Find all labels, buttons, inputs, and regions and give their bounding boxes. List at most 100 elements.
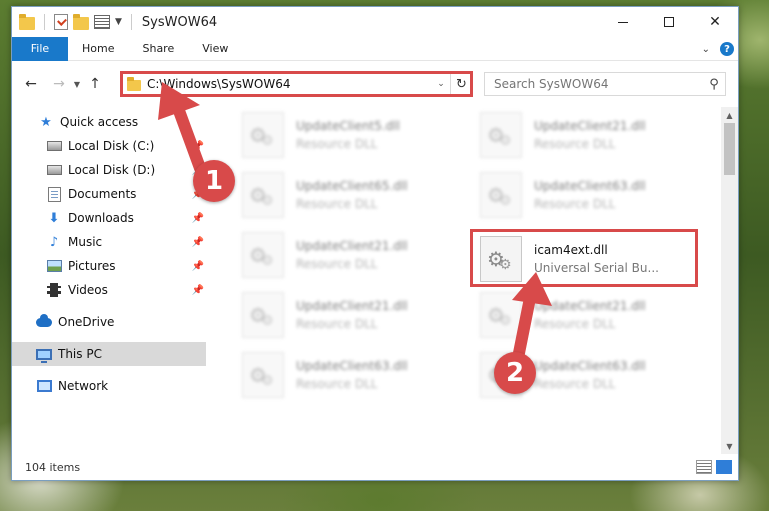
file-name: UpdateClient21.dll — [534, 119, 646, 133]
scroll-up-icon[interactable]: ▲ — [721, 107, 738, 123]
file-explorer-window: ▼ SysWOW64 ✕ File Home Share View ⌄ ? ← … — [11, 6, 739, 481]
status-bar: 104 items — [12, 454, 738, 480]
file-tile[interactable]: UpdateClient21.dll Resource DLL — [470, 107, 698, 163]
sidebar-item-label: Music — [68, 235, 103, 249]
sidebar-item-documents[interactable]: Documents 📌 — [12, 182, 206, 206]
pin-icon[interactable]: 📌 — [192, 285, 204, 296]
folder-icon[interactable] — [19, 13, 35, 30]
search-icon[interactable]: ⚲ — [703, 77, 725, 92]
file-name: UpdateClient63.dll — [296, 359, 408, 373]
dll-file-icon — [480, 112, 522, 158]
sidebar-item-local-disk-d[interactable]: Local Disk (D:) 📌 — [12, 158, 206, 182]
dll-file-icon — [242, 232, 284, 278]
pin-icon[interactable]: 📌 — [192, 237, 204, 248]
sidebar-item-label: Documents — [68, 187, 137, 201]
window-title: SysWOW64 — [141, 14, 218, 30]
pin-icon[interactable]: 📌 — [192, 213, 204, 224]
file-description: Resource DLL — [296, 317, 378, 331]
tab-file[interactable]: File — [12, 36, 68, 61]
disk-icon — [46, 139, 62, 153]
pictures-icon — [46, 259, 62, 273]
star-icon: ★ — [40, 114, 52, 130]
back-button[interactable]: ← — [20, 73, 42, 95]
sidebar-item-label: Network — [58, 379, 109, 393]
dll-file-icon — [242, 172, 284, 218]
address-bar[interactable]: C:\Windows\SysWOW64 ⌄ ↻ — [120, 72, 473, 96]
file-description: Resource DLL — [296, 137, 378, 151]
dll-file-icon — [480, 236, 522, 282]
file-name: UpdateClient21.dll — [296, 239, 408, 253]
sidebar-item-label: Quick access — [60, 115, 139, 129]
address-dropdown-icon[interactable]: ⌄ — [432, 79, 450, 89]
music-icon: ♪ — [49, 234, 59, 250]
maximize-button[interactable] — [646, 7, 692, 37]
file-description: Resource DLL — [534, 317, 616, 331]
sidebar-item-this-pc[interactable]: This PC — [12, 342, 206, 366]
sidebar-item-downloads[interactable]: ⬇ Downloads 📌 — [12, 206, 206, 230]
file-description: Resource DLL — [534, 137, 616, 151]
help-icon[interactable]: ? — [720, 42, 734, 56]
file-tile[interactable]: UpdateClient21.dll Resource DLL — [232, 227, 460, 283]
network-icon — [36, 379, 52, 393]
sidebar-item-videos[interactable]: Videos 📌 — [12, 278, 206, 302]
step-badge-1: 1 — [193, 160, 235, 202]
videos-icon — [46, 283, 62, 297]
sidebar-item-onedrive[interactable]: OneDrive — [12, 310, 206, 334]
search-box[interactable]: ⚲ — [484, 72, 726, 96]
navigation-bar: ← → ▼ ↑ C:\Windows\SysWOW64 ⌄ ↻ ⚲ — [12, 69, 738, 99]
file-description: Resource DLL — [534, 197, 616, 211]
search-input[interactable] — [485, 73, 703, 95]
file-name: UpdateClient63.dll — [534, 179, 646, 193]
dll-file-icon — [242, 112, 284, 158]
pin-icon[interactable]: 📌 — [192, 261, 204, 272]
chevron-down-icon[interactable]: ▼ — [115, 17, 122, 27]
file-description: Resource DLL — [296, 257, 378, 271]
file-description: Resource DLL — [296, 377, 378, 391]
navigation-pane: ★ Quick access Local Disk (C:) 📌 Local D… — [12, 107, 206, 454]
disk-icon — [46, 163, 62, 177]
sidebar-item-label: OneDrive — [58, 315, 115, 329]
tab-share[interactable]: Share — [128, 37, 188, 61]
sidebar-item-network[interactable]: Network — [12, 374, 206, 398]
sidebar-item-quick-access[interactable]: ★ Quick access — [12, 110, 206, 134]
new-folder-icon[interactable] — [73, 13, 89, 30]
file-name: UpdateClient5.dll — [296, 119, 400, 133]
refresh-button[interactable]: ↻ — [450, 73, 472, 95]
details-view-icon[interactable] — [696, 460, 712, 474]
file-tile[interactable]: UpdateClient21.dll Resource DLL — [232, 287, 460, 343]
documents-icon — [46, 186, 62, 202]
step-badge-2: 2 — [494, 352, 536, 394]
sidebar-item-local-disk-c[interactable]: Local Disk (C:) 📌 — [12, 134, 206, 158]
vertical-scrollbar[interactable]: ▲ ▼ — [721, 107, 738, 454]
up-button[interactable]: ↑ — [84, 73, 106, 95]
sidebar-item-pictures[interactable]: Pictures 📌 — [12, 254, 206, 278]
sidebar-item-music[interactable]: ♪ Music 📌 — [12, 230, 206, 254]
minimize-button[interactable] — [600, 7, 646, 37]
tiles-view-icon[interactable] — [716, 460, 732, 474]
forward-button[interactable]: → — [48, 73, 70, 95]
close-icon: ✕ — [709, 14, 721, 30]
file-tile[interactable]: UpdateClient63.dll Resource DLL — [232, 347, 460, 403]
scroll-down-icon[interactable]: ▼ — [721, 438, 738, 454]
tab-view[interactable]: View — [188, 37, 242, 61]
file-tile[interactable]: UpdateClient21.dll Resource DLL — [470, 287, 698, 343]
file-tile-icam4ext[interactable]: icam4ext.dll Universal Serial Bu... — [470, 231, 698, 287]
file-tile[interactable]: UpdateClient65.dll Resource DLL — [232, 167, 460, 223]
dll-file-icon — [242, 292, 284, 338]
sidebar-item-label: Local Disk (D:) — [68, 163, 156, 177]
properties-icon[interactable] — [94, 15, 110, 29]
scroll-thumb[interactable] — [724, 123, 735, 175]
pin-icon[interactable]: 📌 — [192, 141, 204, 152]
sidebar-item-label: This PC — [58, 347, 102, 361]
file-description: Resource DLL — [534, 377, 616, 391]
expand-ribbon-icon[interactable]: ⌄ — [702, 44, 710, 55]
file-tile[interactable]: UpdateClient63.dll Resource DLL — [470, 167, 698, 223]
close-button[interactable]: ✕ — [692, 7, 738, 37]
address-path[interactable]: C:\Windows\SysWOW64 — [147, 77, 432, 91]
properties-check-icon[interactable] — [54, 14, 68, 30]
recent-locations-icon[interactable]: ▼ — [70, 80, 84, 89]
downloads-icon: ⬇ — [48, 210, 60, 226]
tab-home[interactable]: Home — [68, 37, 128, 61]
file-tile[interactable]: UpdateClient5.dll Resource DLL — [232, 107, 460, 163]
file-description: Universal Serial Bu... — [534, 261, 659, 275]
